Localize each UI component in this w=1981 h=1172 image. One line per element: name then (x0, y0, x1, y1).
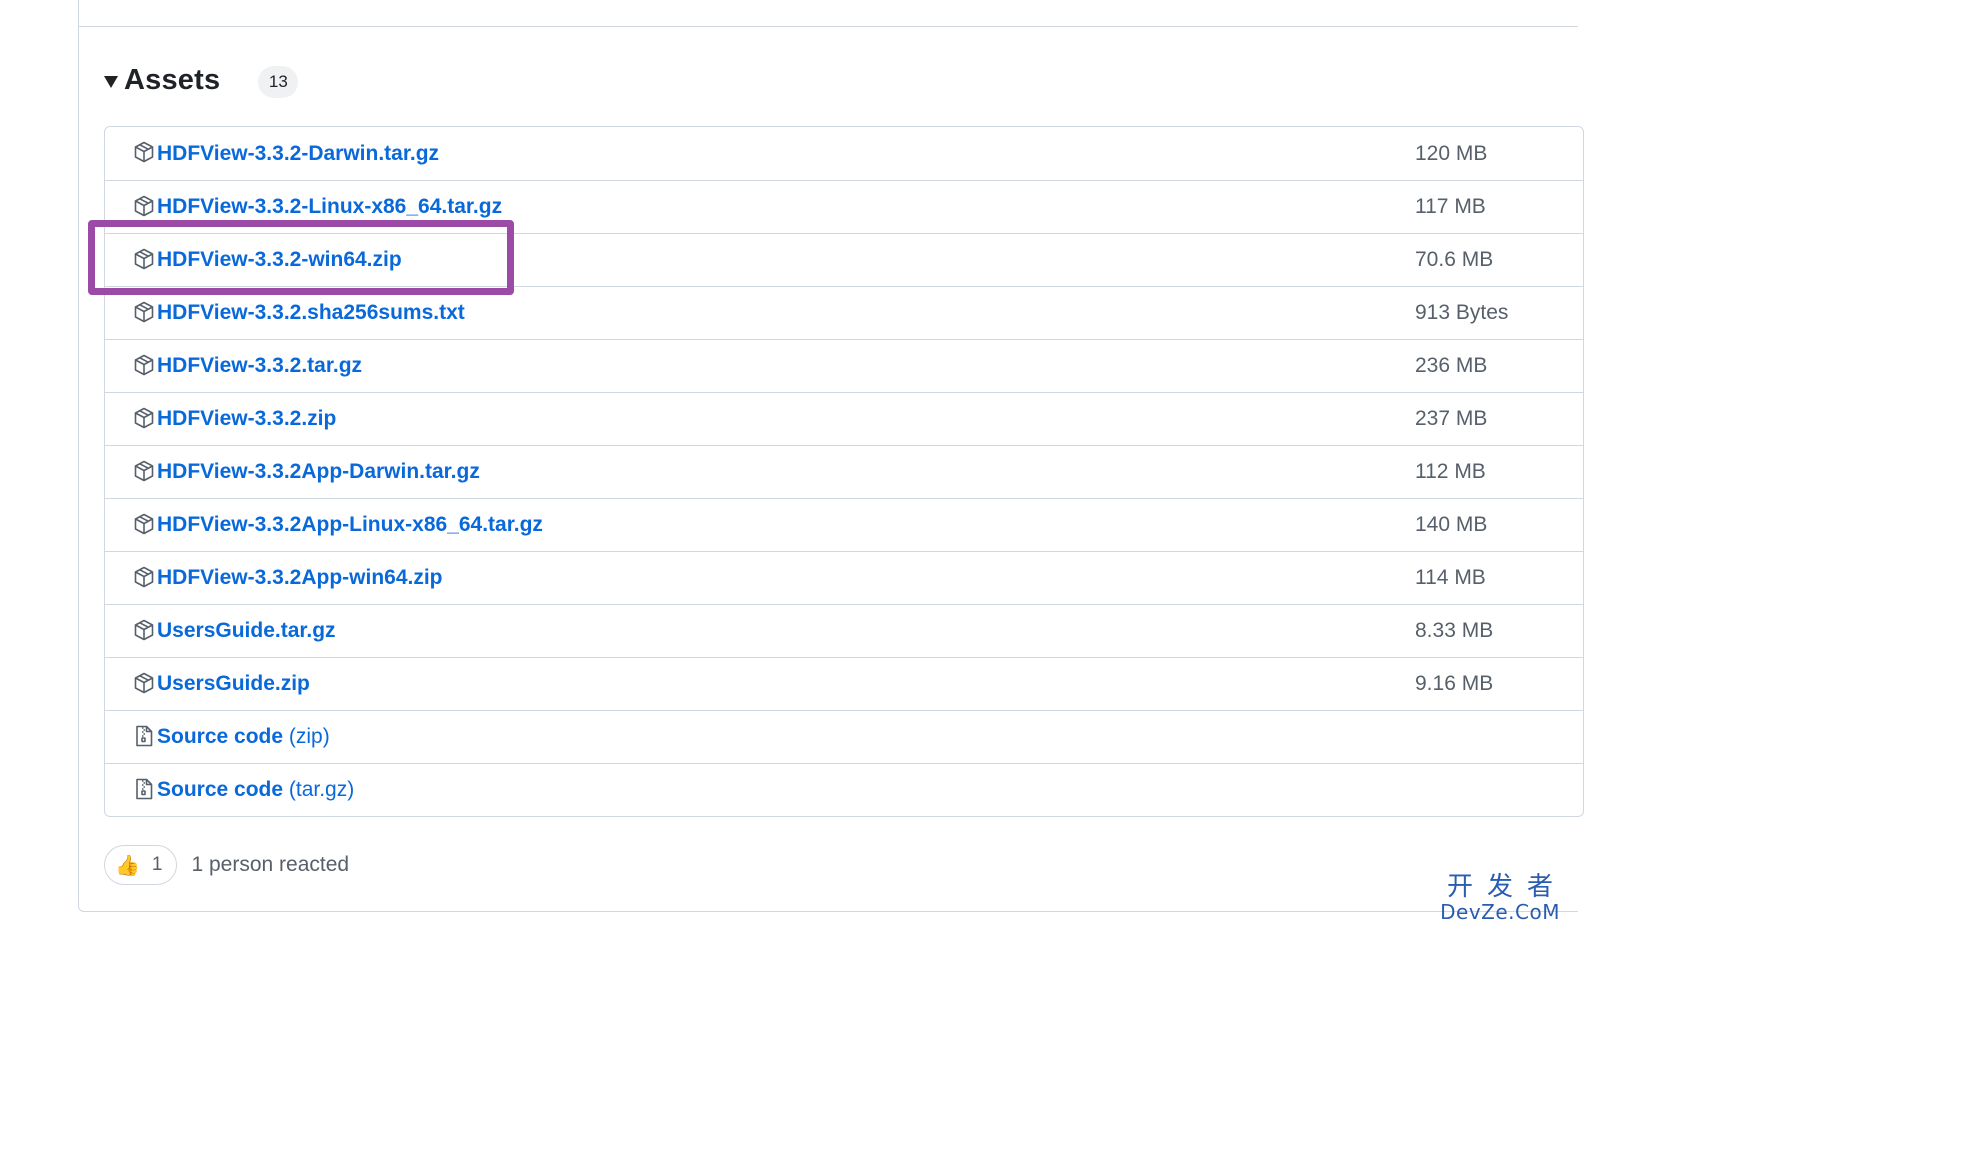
assets-title: Assets (124, 63, 221, 96)
asset-size: 236 MB (1415, 354, 1488, 377)
asset-download-link[interactable]: UsersGuide.tar.gz (157, 619, 336, 643)
asset-size: 117 MB (1415, 195, 1486, 218)
asset-name: HDFView-3.3.2App-win64.zip (157, 566, 443, 589)
asset-download-link[interactable]: HDFView-3.3.2-Darwin.tar.gz (157, 142, 439, 166)
asset-size: 913 Bytes (1415, 301, 1509, 324)
asset-download-link[interactable]: Source code (zip) (157, 725, 330, 749)
asset-row: HDFView-3.3.2-Darwin.tar.gz 120 MB (105, 127, 1583, 180)
section-divider (78, 26, 1578, 27)
asset-download-link[interactable]: HDFView-3.3.2App-win64.zip (157, 566, 443, 590)
asset-name: UsersGuide.tar.gz (157, 619, 336, 642)
asset-size: 114 MB (1415, 566, 1486, 589)
asset-row: UsersGuide.tar.gz 8.33 MB (105, 604, 1583, 657)
asset-download-link[interactable]: Source code (tar.gz) (157, 778, 354, 802)
file-zip-icon (132, 777, 156, 801)
asset-size: 70.6 MB (1415, 248, 1494, 271)
asset-name: HDFView-3.3.2-Darwin.tar.gz (157, 141, 440, 165)
asset-row: HDFView-3.3.2-Linux-x86_64.tar.gz 117 MB (105, 180, 1583, 233)
reaction-summary: 1 person reacted (191, 853, 350, 876)
asset-row: HDFView-3.3.2App-win64.zip 114 MB (105, 551, 1583, 604)
asset-name: HDFView-3.3.2.tar.gz (157, 354, 363, 377)
asset-download-link[interactable]: HDFView-3.3.2App-Darwin.tar.gz (157, 460, 480, 484)
asset-name: HDFView-3.3.2-Linux-x86_64.tar.gz (157, 195, 503, 218)
triangle-down-icon (104, 76, 118, 88)
asset-size: 8.33 MB (1415, 619, 1494, 642)
asset-size: 120 MB (1415, 141, 1488, 165)
asset-format-suffix: (tar.gz) (283, 778, 355, 801)
asset-name: HDFView-3.3.2App-Linux-x86_64.tar.gz (157, 513, 543, 536)
watermark-logo: 开发者 DevZe.CoM (1440, 874, 1560, 922)
asset-download-link[interactable]: HDFView-3.3.2.sha256sums.txt (157, 301, 465, 325)
package-icon (132, 247, 156, 271)
asset-format-suffix: (zip) (283, 725, 330, 748)
asset-list: HDFView-3.3.2-Darwin.tar.gz 120 MB HDFView… (104, 126, 1584, 817)
package-icon (132, 140, 156, 164)
package-icon (132, 512, 156, 536)
asset-row: UsersGuide.zip 9.16 MB (105, 657, 1583, 710)
watermark-top: 开发者 (1447, 872, 1568, 902)
asset-row: HDFView-3.3.2App-Darwin.tar.gz 112 MB (105, 445, 1583, 498)
assets-summary-toggle[interactable]: Assets 13 (104, 60, 299, 100)
asset-name: HDFView-3.3.2.sha256sums.txt (157, 301, 465, 324)
asset-row: HDFView-3.3.2.zip 237 MB (105, 392, 1583, 445)
asset-row: HDFView-3.3.2App-Linux-x86_64.tar.gz 140 … (105, 498, 1583, 551)
asset-name: HDFView-3.3.2.zip (157, 407, 337, 430)
package-icon (132, 618, 156, 642)
asset-name: UsersGuide.zip (157, 672, 310, 695)
asset-name: Source code (157, 725, 284, 748)
asset-size: 140 MB (1415, 513, 1488, 536)
thumbs-up-icon: 👍 (115, 854, 140, 877)
asset-row: HDFView-3.3.2.sha256sums.txt 913 Bytes (105, 286, 1583, 339)
asset-download-link[interactable]: HDFView-3.3.2.tar.gz (157, 354, 362, 378)
package-icon (132, 565, 156, 589)
asset-name: Source code (157, 778, 284, 801)
asset-name: HDFView-3.3.2App-Darwin.tar.gz (157, 460, 480, 483)
file-zip-icon (132, 724, 156, 748)
asset-size: 237 MB (1415, 407, 1488, 430)
asset-row: Source code (zip) (105, 710, 1583, 763)
assets-count-badge: 13 (258, 66, 299, 98)
asset-download-link[interactable]: UsersGuide.zip (157, 672, 310, 696)
package-icon (132, 459, 156, 483)
asset-size: 112 MB (1415, 460, 1486, 483)
asset-name: HDFView-3.3.2-win64.zip (157, 248, 402, 271)
asset-row: HDFView-3.3.2-win64.zip 70.6 MB (105, 233, 1583, 286)
watermark-bottom: DevZe.CoM (1440, 900, 1560, 924)
asset-row: HDFView-3.3.2.tar.gz 236 MB (105, 339, 1583, 392)
thumbs-up-reaction-button[interactable]: 👍 1 (104, 845, 178, 885)
asset-download-link[interactable]: HDFView-3.3.2-Linux-x86_64.tar.gz (157, 195, 502, 219)
asset-row: Source code (tar.gz) (105, 763, 1583, 816)
reactions-bar: 👍 1 1 person reacted (104, 845, 349, 885)
package-icon (132, 353, 156, 377)
asset-download-link[interactable]: HDFView-3.3.2.zip (157, 407, 336, 431)
asset-download-link[interactable]: HDFView-3.3.2-win64.zip (157, 248, 402, 272)
reaction-count: 1 (151, 854, 163, 875)
asset-download-link[interactable]: HDFView-3.3.2App-Linux-x86_64.tar.gz (157, 513, 543, 537)
package-icon (132, 406, 156, 430)
package-icon (132, 671, 156, 695)
asset-size: 9.16 MB (1415, 672, 1494, 695)
package-icon (132, 300, 156, 324)
package-icon (132, 194, 156, 218)
